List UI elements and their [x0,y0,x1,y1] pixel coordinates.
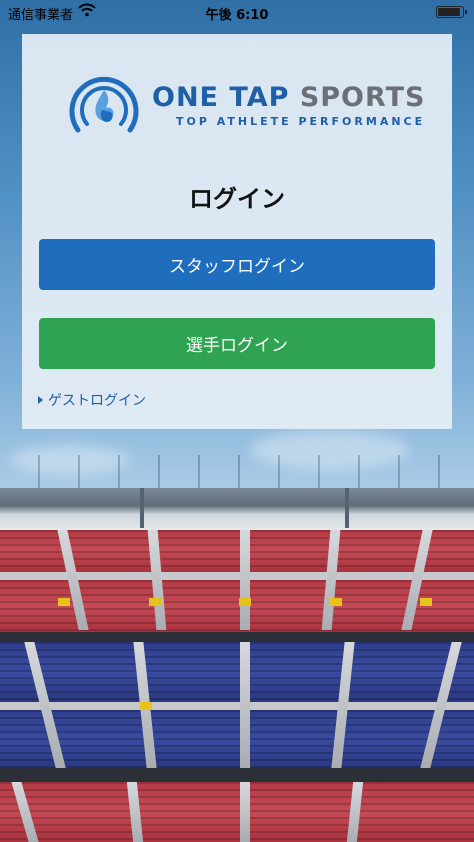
stadium-aisle [240,782,250,842]
stadium-marker [239,598,251,606]
guest-login-link[interactable]: ゲストログイン [38,390,146,410]
stadium-post [140,488,144,528]
stadium-seats-red-lower [0,782,474,842]
brand-tagline: TOP ATHLETE PERFORMANCE [176,115,426,128]
brand-logo: ONE TAP SPORTS TOP ATHLETE PERFORMANCE [66,70,424,142]
stadium-roof [0,488,474,532]
stadium-marker [420,598,432,606]
staff-login-button[interactable]: スタッフログイン [39,239,435,290]
brand-name: ONE TAP SPORTS [152,82,426,113]
stadium-aisle [240,530,250,630]
status-time: 午後 6:10 [205,8,269,23]
stadium-walkway [0,702,474,710]
login-panel: ONE TAP SPORTS TOP ATHLETE PERFORMANCE ロ… [22,34,452,429]
triangle-right-icon [38,396,43,404]
battery-icon [436,6,467,18]
stadium-marker [330,598,342,606]
page-title: ログイン [189,185,285,213]
brand-emblem-icon [69,76,139,133]
player-login-button[interactable]: 選手ログイン [39,318,435,369]
app-screen: 通信事業者 午後 6:10 ONE TAP SPORTS TOP ATHLETE… [0,0,474,842]
stadium-marker [140,702,152,710]
stadium-post [345,488,349,528]
stadium-band [0,632,474,642]
stadium-marker [149,598,161,606]
stadium-aisle [240,642,250,768]
guest-login-label: ゲストログイン [48,393,146,409]
stadium-marker [58,598,70,606]
stadium-band [0,768,474,782]
stadium-seats-blue-lower [0,710,474,768]
status-bar: 通信事業者 午後 6:10 [0,0,474,24]
stadium-seats-blue-upper [0,642,474,702]
